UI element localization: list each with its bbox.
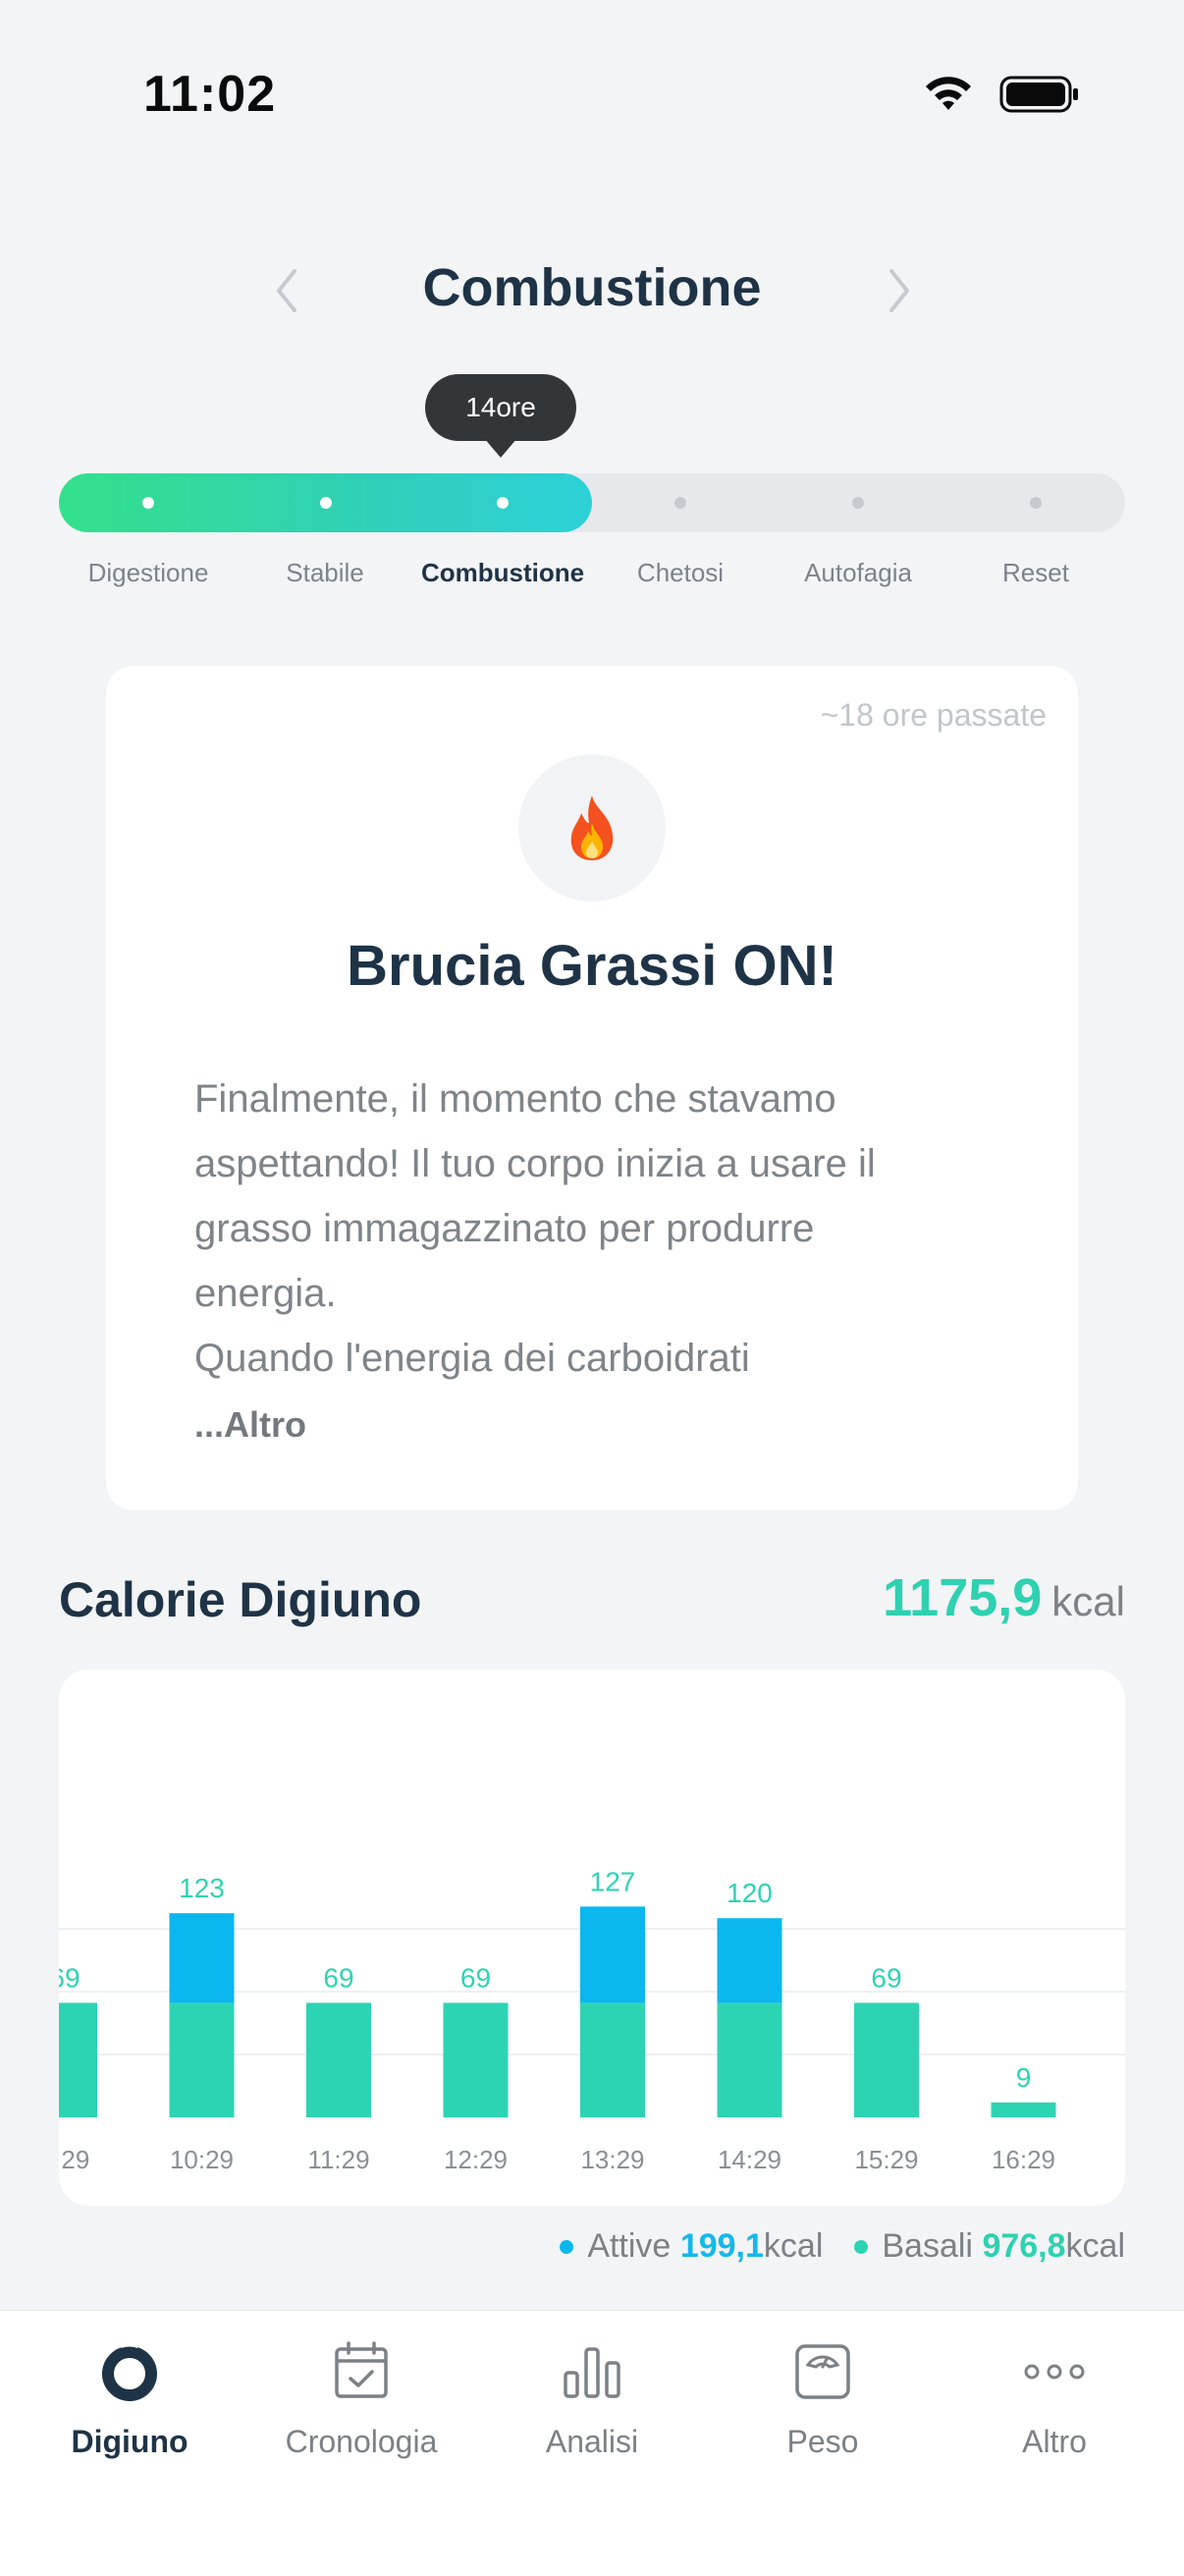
- tooltip-tail: [484, 438, 517, 458]
- more-dots-icon: [1024, 2364, 1085, 2380]
- tab-label: Cronologia: [285, 2424, 438, 2459]
- stage-label-autofagia[interactable]: Autofagia: [770, 558, 946, 588]
- calories-total-value: 1175,9: [883, 1568, 1043, 1627]
- tab-peso[interactable]: Peso: [705, 2337, 941, 2475]
- calories-bar-chart: 69 9:29 123 10:29 69 11:29 69 12:29 127 13:29 120 1…: [59, 1866, 1125, 2174]
- x-tick-label: 11:29: [307, 2145, 369, 2174]
- card-line: energia.: [194, 1272, 337, 1315]
- legend-active-value: 199,1: [679, 2227, 764, 2265]
- hours-tooltip: 14ore: [425, 374, 576, 441]
- bar-active: [580, 1906, 645, 2003]
- bar-chart-icon: [564, 2347, 620, 2398]
- stage-label-reset[interactable]: Reset: [947, 558, 1124, 588]
- stage-dot-autofagia: [852, 497, 864, 509]
- stage-dot-reset: [1030, 497, 1042, 509]
- x-tick-label: 14:29: [718, 2145, 781, 2174]
- x-tick-label: 9:29: [59, 2145, 89, 2174]
- legend-active-dot: [560, 2239, 574, 2254]
- bar-basal: [991, 2102, 1056, 2117]
- calories-total: 1175,9 kcal: [883, 1567, 1125, 1628]
- tab-label: Digiuno: [71, 2424, 188, 2459]
- bar-value-label: 123: [179, 1873, 225, 1903]
- tab-label: Peso: [786, 2424, 859, 2459]
- status-time: 11:02: [143, 66, 277, 123]
- bar-basal: [717, 2002, 782, 2117]
- bar-basal: [854, 2002, 919, 2117]
- bar-value-label: 69: [871, 1962, 901, 1993]
- bar-value-label: 69: [323, 1962, 353, 1993]
- bar-value-label: 127: [590, 1866, 636, 1896]
- bar-basal: [443, 2002, 509, 2117]
- legend-basal-unit: kcal: [1065, 2227, 1125, 2265]
- x-tick-label: 13:29: [580, 2145, 644, 2174]
- bar-value-label: 9: [1016, 2062, 1032, 2093]
- fire-icon: [570, 795, 614, 860]
- x-tick-label: 12:29: [444, 2145, 508, 2174]
- card-title: Brucia Grassi ON!: [347, 934, 837, 998]
- battery-icon: [999, 76, 1078, 113]
- bar-basal: [59, 2002, 97, 2117]
- tab-label: Analisi: [545, 2424, 639, 2459]
- card-line: aspettando! Il tuo corpo inizia a usare …: [194, 1142, 876, 1185]
- tab-label: Altro: [1022, 2424, 1087, 2459]
- stage-title: Combustione: [422, 258, 762, 317]
- scale-icon: [795, 2344, 850, 2399]
- bar-value-label: 69: [59, 1962, 81, 1993]
- card-line: Quando l'energia dei carboidrati: [194, 1337, 750, 1380]
- fasting-ring-icon: [102, 2340, 157, 2401]
- stage-dot-digestione: [142, 497, 154, 509]
- stage-label-combustione[interactable]: Combustione: [414, 558, 591, 588]
- calories-title: Calorie Digiuno: [59, 1572, 422, 1627]
- tab-digiuno[interactable]: Digiuno: [12, 2337, 247, 2475]
- stage-dot-stabile: [320, 497, 332, 509]
- card-description: Finalmente, il momento che stavamo aspet…: [194, 1067, 999, 1391]
- card-line: Finalmente, il momento che stavamo: [194, 1077, 836, 1121]
- tab-altro[interactable]: Altro: [937, 2337, 1172, 2475]
- x-tick-label: 15:29: [854, 2145, 918, 2174]
- elapsed-time: ~18 ore passate: [820, 697, 1047, 733]
- read-more-link[interactable]: ...Altro: [194, 1404, 306, 1446]
- stage-label-chetosi[interactable]: Chetosi: [592, 558, 769, 588]
- calendar-check-icon: [335, 2341, 388, 2398]
- fire-icon-badge: [518, 754, 666, 902]
- calories-chart-card[interactable]: 69 9:29 123 10:29 69 11:29 69 12:29 127 13:29 120 1…: [59, 1670, 1125, 2206]
- bar-basal: [306, 2002, 371, 2117]
- card-line: grasso immagazzinato per produrre: [194, 1207, 815, 1250]
- calories-total-unit: kcal: [1051, 1578, 1125, 1624]
- legend-basal-dot: [854, 2239, 869, 2254]
- legend-active-unit: kcal: [763, 2227, 824, 2265]
- stage-dot-combustione: [497, 497, 509, 509]
- legend-active-label: Attive: [587, 2227, 672, 2265]
- tab-cronologia[interactable]: Cronologia: [243, 2337, 479, 2475]
- stage-label-digestione[interactable]: Digestione: [60, 558, 237, 588]
- bar-active: [169, 1913, 235, 2003]
- bar-value-label: 69: [460, 1962, 491, 1993]
- bar-basal: [169, 2002, 235, 2117]
- legend-basal-label: Basali: [882, 2227, 973, 2265]
- bar-basal: [580, 2002, 645, 2117]
- bar-value-label: 120: [727, 1878, 773, 1908]
- x-tick-label: 10:29: [170, 2145, 234, 2174]
- chart-legend: Attive 199,1 kcal Basali 976,8 kcal: [560, 2227, 1125, 2266]
- stage-dot-chetosi: [674, 497, 686, 509]
- wifi-icon: [926, 77, 971, 110]
- tab-analisi[interactable]: Analisi: [474, 2337, 710, 2475]
- legend-basal-value: 976,8: [982, 2227, 1066, 2265]
- bar-active: [717, 1918, 782, 2003]
- next-stage-chevron-icon[interactable]: [880, 263, 919, 318]
- x-tick-label: 16:29: [992, 2145, 1055, 2174]
- stage-label-stabile[interactable]: Stabile: [237, 558, 413, 588]
